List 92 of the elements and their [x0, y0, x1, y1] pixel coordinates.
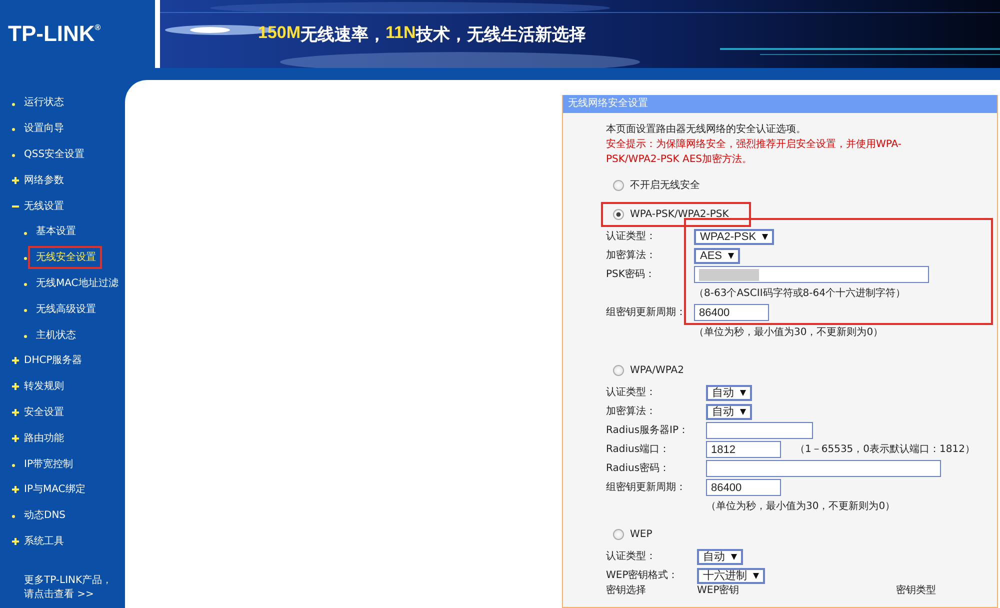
input-field[interactable]: 86400: [706, 479, 781, 496]
column-header: 密钥选择: [606, 585, 646, 596]
field-label: 加密算法：: [606, 250, 656, 261]
slogan-text: 技术，无线生活新选择: [416, 24, 586, 46]
column-header: WEP密钥: [697, 585, 740, 597]
bullet-icon: [12, 102, 15, 106]
radio-button[interactable]: [613, 180, 624, 191]
sidebar-item[interactable]: QSS安全设置: [24, 148, 85, 161]
input-field[interactable]: [706, 460, 941, 477]
sidebar-item[interactable]: 设置向导: [24, 122, 64, 136]
caret-icon: [728, 252, 734, 258]
radio-label: WPA/WPA2: [630, 364, 684, 378]
field-label: 认证类型：: [606, 231, 656, 242]
bullet-icon: [12, 464, 15, 467]
dropdown[interactable]: 十六进制: [697, 568, 765, 584]
intro-text: 本页面设置路由器无线网络的安全认证选项。: [606, 122, 807, 137]
slogan-text: 无线速率，: [300, 24, 386, 46]
field-label: Radius端口：: [606, 444, 670, 455]
radio-button[interactable]: [613, 365, 624, 376]
bullet-icon: [24, 257, 27, 260]
sidebar-item[interactable]: 动态DNS: [24, 509, 66, 522]
sidebar-item[interactable]: 安全设置: [24, 406, 64, 419]
sidebar-item[interactable]: IP与MAC绑定: [24, 483, 86, 496]
radio-label: 不开启无线安全: [630, 178, 700, 193]
sidebar-item[interactable]: 无线设置: [24, 200, 64, 213]
sidebar-item[interactable]: 转发规则: [24, 380, 64, 394]
hint-text: （1－65535，0表示默认端口：1812）: [795, 442, 975, 457]
caret-icon: [762, 234, 768, 240]
input-field[interactable]: 86400: [694, 304, 769, 321]
radio-button[interactable]: [613, 529, 624, 540]
collapse-icon[interactable]: [12, 202, 19, 210]
bullet-icon: [24, 309, 27, 312]
sidebar-item[interactable]: 基本设置: [36, 225, 76, 238]
registered-mark: ®: [94, 24, 101, 32]
slogan-text: 150M: [258, 22, 301, 42]
radio-button[interactable]: [613, 209, 624, 220]
field-label: 加密算法：: [606, 406, 656, 417]
dropdown[interactable]: WPA2-PSK: [694, 228, 774, 244]
sidebar-item[interactable]: 网络参数: [24, 174, 64, 187]
dropdown[interactable]: AES: [694, 248, 740, 264]
slogan-text: 11N: [386, 22, 416, 42]
dropdown[interactable]: 自动: [706, 404, 752, 420]
field-label: Radius密码：: [606, 463, 670, 474]
expand-icon[interactable]: [12, 408, 19, 416]
bullet-icon: [12, 154, 15, 158]
field-label: PSK密码：: [606, 269, 655, 280]
field-label: 认证类型：: [606, 387, 656, 398]
radio-label: WPA-PSK/WPA2-PSK: [630, 208, 729, 222]
column-header: 密钥类型: [896, 585, 936, 597]
caret-icon: [753, 572, 759, 578]
expand-icon[interactable]: [12, 357, 19, 364]
expand-icon[interactable]: [12, 176, 19, 184]
footer-link[interactable]: 请点击查看 >>: [24, 588, 125, 602]
input-field[interactable]: [706, 422, 813, 439]
radio-label: WEP: [630, 528, 652, 542]
bullet-icon: [12, 128, 15, 132]
bullet-icon: [24, 283, 27, 286]
hint-text: （8-63个ASCII码字符或8-64个十六进制字符）: [694, 286, 906, 301]
sidebar-item[interactable]: 无线MAC地址过滤: [36, 276, 118, 290]
sidebar-item[interactable]: DHCP服务器: [24, 354, 82, 368]
sidebar-item[interactable]: 系统工具: [24, 534, 64, 548]
dropdown[interactable]: 自动: [697, 548, 743, 564]
field-label: 认证类型：: [606, 551, 656, 562]
footer-link[interactable]: 更多TP-LINK产品，: [24, 574, 125, 588]
expand-icon[interactable]: [12, 383, 19, 390]
bullet-icon: [24, 334, 27, 338]
input-field[interactable]: 1812: [706, 441, 781, 458]
hint-text: （单位为秒，最小值为30，不更新则为0）: [706, 500, 896, 514]
field-label: Radius服务器IP：: [606, 425, 689, 436]
caret-icon: [740, 408, 746, 414]
field-label: 组密钥更新周期：: [606, 307, 686, 318]
sidebar-item[interactable]: 主机状态: [36, 328, 76, 342]
bullet-icon: [12, 515, 15, 518]
sidebar-item[interactable]: 路由功能: [24, 432, 64, 445]
sidebar-item[interactable]: IP带宽控制: [24, 458, 73, 471]
expand-icon[interactable]: [12, 486, 19, 494]
expand-icon[interactable]: [12, 434, 19, 442]
dropdown[interactable]: 自动: [706, 384, 752, 400]
caret-icon: [740, 390, 746, 396]
input-field[interactable]: [694, 266, 929, 283]
field-label: 组密钥更新周期：: [606, 482, 686, 493]
sidebar-item[interactable]: 无线安全设置: [36, 251, 96, 264]
sidebar-item[interactable]: 无线高级设置: [36, 302, 96, 316]
sidebar-item[interactable]: 运行状态: [24, 96, 64, 110]
caret-icon: [731, 554, 737, 560]
bullet-icon: [24, 232, 27, 235]
warning-text: 安全提示：为保障网络安全，强烈推荐开启安全设置，并使用WPA-PSK/WPA2-PSK AES加密方法。: [606, 138, 903, 167]
hint-text: （单位为秒，最小值为30，不更新则为0）: [694, 326, 884, 340]
logo: TP-LINK: [8, 21, 95, 47]
expand-icon[interactable]: [12, 538, 19, 545]
field-label: WEP密钥格式：: [606, 570, 678, 581]
panel-title: 无线网络安全设置: [563, 95, 997, 113]
